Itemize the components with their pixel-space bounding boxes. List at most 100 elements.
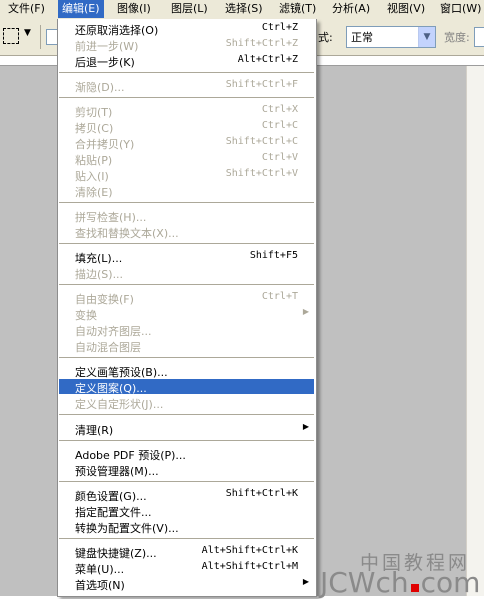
- menu-item-shortcut: Alt+Shift+Ctrl+M: [201, 561, 298, 572]
- menu-item-define-custom-shape[interactable]: 定义自定形状(J)...: [59, 395, 314, 411]
- menu-item-copy-merged[interactable]: 合并拷贝(Y) Shift+Ctrl+C: [59, 135, 314, 151]
- menu-item-pdf-presets[interactable]: Adobe PDF 预设(P)...: [59, 446, 314, 462]
- menu-item-auto-blend-layers[interactable]: 自动混合图层: [59, 338, 314, 354]
- menu-separator: [59, 243, 314, 244]
- menu-item-label: 定义自定形状(J)...: [75, 398, 164, 411]
- menu-item-shortcut: Alt+Ctrl+Z: [237, 54, 298, 65]
- menu-separator: [59, 284, 314, 285]
- menu-item-shortcut: Ctrl+C: [261, 120, 298, 131]
- menu-separator: [59, 72, 314, 73]
- menu-item-label: 菜单(U)...: [75, 563, 125, 576]
- menu-item-keyboard-shortcuts[interactable]: 键盘快捷键(Z)... Alt+Shift+Ctrl+K: [59, 544, 314, 560]
- vertical-scrollbar[interactable]: [466, 66, 484, 596]
- menu-item-shortcut: Alt+Shift+Ctrl+K: [201, 545, 298, 556]
- menu-separator: [59, 357, 314, 358]
- menu-separator: [59, 414, 314, 415]
- menu-item-label: 粘贴(P): [75, 154, 113, 167]
- menu-item-paste[interactable]: 粘贴(P) Ctrl+V: [59, 151, 314, 167]
- menu-item-fade[interactable]: 渐隐(D)... Shift+Ctrl+F: [59, 78, 314, 94]
- watermark-dot-icon: [410, 584, 419, 592]
- menu-item-label: 定义图案(Q)...: [75, 382, 147, 395]
- menu-separator: [59, 440, 314, 441]
- menu-item-label: 合并拷贝(Y): [75, 138, 135, 151]
- menu-item-transform[interactable]: 变换 ▶: [59, 306, 314, 322]
- chevron-down-icon[interactable]: ▼: [418, 27, 435, 47]
- menu-item-step-forward[interactable]: 前进一步(W) Shift+Ctrl+Z: [59, 37, 314, 53]
- menu-item-define-brush[interactable]: 定义画笔预设(B)...: [59, 363, 314, 379]
- menu-item-shortcut: Shift+Ctrl+Z: [225, 38, 298, 49]
- menu-item-label: 后退一步(K): [75, 56, 135, 69]
- menu-filter[interactable]: 滤镜(T): [275, 0, 320, 18]
- tool-preset-arrow-icon[interactable]: ▼: [24, 28, 31, 38]
- menu-item-label: 自动对齐图层...: [75, 325, 152, 338]
- style-label: 式:: [318, 31, 333, 44]
- menu-item-preferences[interactable]: 首选项(N) ▶: [59, 576, 314, 592]
- menu-item-label: 定义画笔预设(B)...: [75, 366, 168, 379]
- menu-edit[interactable]: 编辑(E): [58, 0, 104, 18]
- style-select-value: 正常: [351, 31, 373, 44]
- menu-item-undo[interactable]: 还原取消选择(O) Ctrl+Z: [59, 21, 314, 37]
- menu-item-stroke[interactable]: 描边(S)...: [59, 265, 314, 281]
- style-select[interactable]: 正常 ▼: [346, 26, 436, 48]
- menu-item-spell-check[interactable]: 拼写检查(H)...: [59, 208, 314, 224]
- menu-item-copy[interactable]: 拷贝(C) Ctrl+C: [59, 119, 314, 135]
- menu-item-label: 填充(L)...: [75, 252, 123, 265]
- menu-file[interactable]: 文件(F): [4, 0, 49, 18]
- menu-item-purge[interactable]: 清理(R) ▶: [59, 421, 314, 437]
- menu-item-label: 剪切(T): [75, 106, 113, 119]
- menu-item-label: 键盘快捷键(Z)...: [75, 547, 157, 560]
- menu-item-color-settings[interactable]: 颜色设置(G)... Shift+Ctrl+K: [59, 487, 314, 503]
- menu-view[interactable]: 视图(V): [383, 0, 429, 18]
- menu-item-find-replace[interactable]: 查找和替换文本(X)...: [59, 224, 314, 240]
- options-divider: [40, 25, 41, 49]
- menu-item-clear[interactable]: 清除(E): [59, 183, 314, 199]
- menu-item-menus[interactable]: 菜单(U)... Alt+Shift+Ctrl+M: [59, 560, 314, 576]
- watermark-logo-text: JCWch: [320, 566, 409, 599]
- menu-item-free-transform[interactable]: 自由变换(F) Ctrl+T: [59, 290, 314, 306]
- menu-item-label: 贴入(I): [75, 170, 109, 183]
- menu-item-step-backward[interactable]: 后退一步(K) Alt+Ctrl+Z: [59, 53, 314, 69]
- menu-window[interactable]: 窗口(W): [436, 0, 484, 18]
- menu-item-shortcut: Ctrl+X: [261, 104, 298, 115]
- menu-item-label: 清理(R): [75, 424, 114, 437]
- menu-item-label: 拷贝(C): [75, 122, 114, 135]
- menu-item-convert-profile[interactable]: 转换为配置文件(V)...: [59, 519, 314, 535]
- submenu-arrow-icon: ▶: [302, 307, 309, 316]
- menu-item-preset-manager[interactable]: 预设管理器(M)...: [59, 462, 314, 478]
- menu-item-label: 转换为配置文件(V)...: [75, 522, 179, 535]
- menu-item-label: 预设管理器(M)...: [75, 465, 159, 478]
- rect-marquee-icon[interactable]: [3, 28, 19, 44]
- menu-select[interactable]: 选择(S): [221, 0, 267, 18]
- menu-item-auto-align-layers[interactable]: 自动对齐图层...: [59, 322, 314, 338]
- width-input[interactable]: [474, 27, 484, 47]
- menu-separator: [59, 481, 314, 482]
- menu-item-assign-profile[interactable]: 指定配置文件...: [59, 503, 314, 519]
- menu-item-define-pattern[interactable]: 定义图案(Q)...: [59, 379, 314, 395]
- menu-layer[interactable]: 图层(L): [167, 0, 212, 18]
- menu-item-label: 变换: [75, 309, 97, 322]
- menu-item-fill[interactable]: 填充(L)... Shift+F5: [59, 249, 314, 265]
- menu-item-shortcut: Shift+Ctrl+V: [225, 168, 298, 179]
- menu-item-label: 首选项(N): [75, 579, 125, 592]
- watermark-logo-suffix: com: [420, 566, 481, 599]
- menu-item-label: 还原取消选择(O): [75, 24, 159, 37]
- menu-item-shortcut: Shift+Ctrl+K: [225, 488, 298, 499]
- edit-menu-dropdown: 还原取消选择(O) Ctrl+Z 前进一步(W) Shift+Ctrl+Z 后退…: [57, 19, 317, 597]
- menu-separator: [59, 202, 314, 203]
- menu-item-cut[interactable]: 剪切(T) Ctrl+X: [59, 103, 314, 119]
- menu-item-shortcut: Ctrl+Z: [261, 22, 298, 33]
- menu-separator: [59, 97, 314, 98]
- menu-item-label: 拼写检查(H)...: [75, 211, 147, 224]
- submenu-arrow-icon: ▶: [302, 422, 309, 431]
- menu-item-shortcut: Shift+Ctrl+F: [225, 79, 298, 90]
- menu-item-label: 自由变换(F): [75, 293, 134, 306]
- width-label: 宽度:: [444, 31, 470, 44]
- menu-analysis[interactable]: 分析(A): [328, 0, 374, 18]
- menu-item-label: 指定配置文件...: [75, 506, 152, 519]
- menu-image[interactable]: 图像(I): [113, 0, 155, 18]
- menu-item-label: 渐隐(D)...: [75, 81, 125, 94]
- menu-item-label: 清除(E): [75, 186, 113, 199]
- menu-item-shortcut: Ctrl+V: [261, 152, 298, 163]
- watermark-logo: JCWch com: [320, 566, 480, 599]
- menu-item-paste-into[interactable]: 贴入(I) Shift+Ctrl+V: [59, 167, 314, 183]
